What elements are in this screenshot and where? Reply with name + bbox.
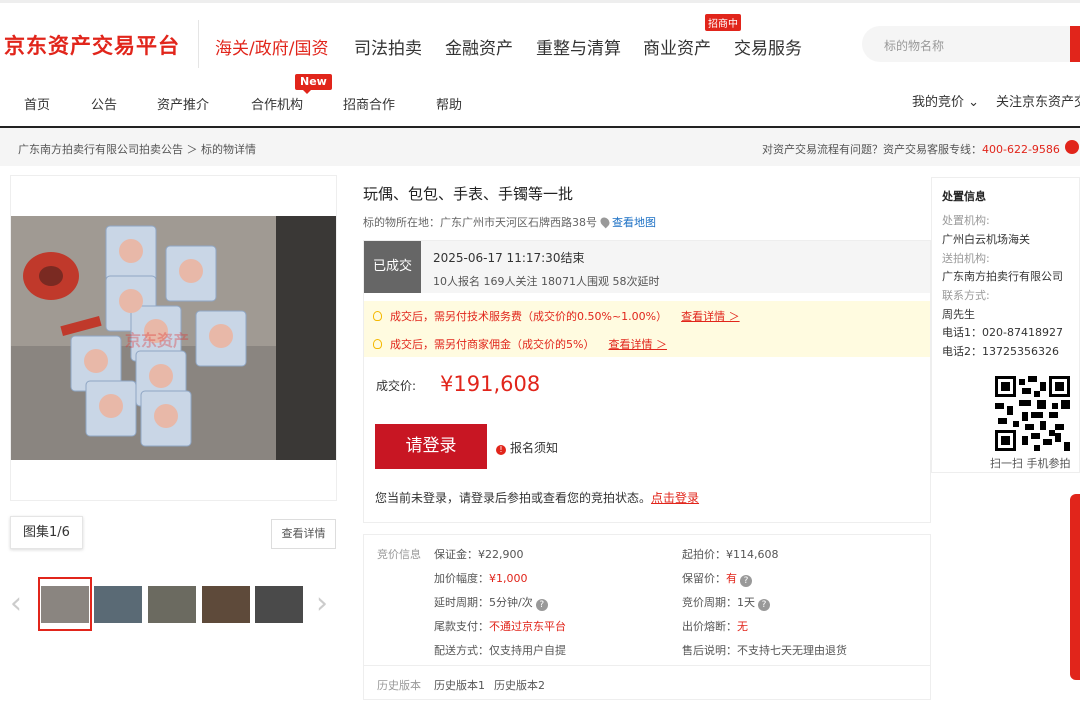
thumbnail-4[interactable] <box>202 586 250 623</box>
increment: 加价幅度：¥1,000 <box>434 572 528 585</box>
gallery-tab[interactable]: 图集1/6 <box>10 516 83 549</box>
click-login-link[interactable]: 点击登录 <box>651 491 699 505</box>
info-divider <box>364 665 930 666</box>
auction-stats: 10人报名 169人关注 18071人围观 58次延时 <box>433 275 660 288</box>
floating-sidebar-tab[interactable] <box>1070 494 1080 680</box>
thumbnail-2[interactable] <box>94 586 142 623</box>
nav-customs[interactable]: 海关/政府/国资 <box>215 34 328 59</box>
delay-period: 延时周期：5分钟/次? <box>434 594 548 611</box>
deposit: 保证金：¥22,900 <box>434 548 524 561</box>
reserve-price: 保留价：有? <box>682 570 752 587</box>
history-version-1[interactable]: 历史版本1 <box>434 677 485 693</box>
delivery: 配送方式：仅支持用户自提 <box>434 644 566 657</box>
subnav-announcements[interactable]: 公告 <box>91 94 117 113</box>
hotline[interactable]: 400-622-9586 <box>982 143 1060 156</box>
bid-info-label: 竞价信息 <box>377 548 421 561</box>
fee-notice-2: 成交后，需另付商家佣金（成交价的5%） 查看详情 ＞ <box>373 336 667 352</box>
subnav-help[interactable]: 帮助 <box>436 94 462 113</box>
disposal-org: 广州白云机场海关 <box>942 233 1030 246</box>
history-version-2[interactable]: 历史版本2 <box>494 677 545 693</box>
subnav-asset-promotion[interactable]: 资产推介 <box>157 94 209 113</box>
photo-watermark: 京东资产 <box>125 331 190 350</box>
registration-notice-label: 报名须知 <box>510 441 559 455</box>
thumbnail-3[interactable] <box>148 586 196 623</box>
location-pin-icon <box>598 215 611 229</box>
agent-label: 送拍机构: <box>942 252 990 265</box>
login-button[interactable]: 请登录 <box>375 424 487 469</box>
location-value: 广东广州市天河区石牌西路38号 <box>440 216 597 229</box>
follow-link[interactable]: 关注京东资产交 <box>996 91 1080 110</box>
end-time: 2025-06-17 11:17:30结束 <box>433 251 585 265</box>
gallery-next-icon[interactable]: › <box>316 586 328 621</box>
view-details-button[interactable]: 查看详情 <box>271 519 336 549</box>
qr-caption: 扫一扫 手机参拍 <box>990 457 1071 470</box>
alert-icon: ! <box>496 445 506 455</box>
bulb-icon <box>373 311 382 321</box>
subnav-investment[interactable]: 招商合作 <box>343 94 395 113</box>
help-icon[interactable]: ? <box>758 599 770 611</box>
disposal-title: 处置信息 <box>942 190 986 203</box>
history-label: 历史版本 <box>377 679 421 692</box>
nav-judicial[interactable]: 司法拍卖 <box>354 34 422 59</box>
phone-1: 电话1：020-87418927 <box>942 326 1063 339</box>
subnav-home[interactable]: 首页 <box>24 94 50 113</box>
recruiting-badge: 招商中 <box>705 14 741 31</box>
status-badge: 已成交 <box>364 241 421 293</box>
search-button[interactable] <box>1070 26 1080 62</box>
after-sale: 售后说明：不支持七天无理由退货 <box>682 644 847 657</box>
fee-notice-2-text: 成交后，需另付商家佣金（成交价的5%） <box>390 338 595 351</box>
agent-org: 广东南方拍卖行有限公司 <box>942 270 1063 283</box>
contact-name: 周先生 <box>942 308 975 321</box>
disposal-org-label: 处置机构: <box>942 214 990 227</box>
price-label: 成交价: <box>376 379 417 393</box>
final-price: ¥191,608 <box>440 372 541 396</box>
site-logo[interactable]: 京东资产交易平台 <box>4 30 180 60</box>
gallery-prev-icon[interactable]: ‹ <box>10 586 22 621</box>
qr-code-icon <box>995 376 1070 451</box>
my-bids-dropdown[interactable]: 我的竞价 ⌄ <box>912 91 979 110</box>
fee-notice-1: 成交后，需另付技术服务费（成交价的0.50%~1.00%） 查看详情 ＞ <box>373 308 740 324</box>
item-location: 标的物所在地：广东广州市天河区石牌西路38号 查看地图 <box>363 214 656 230</box>
nav-restructuring[interactable]: 重整与清算 <box>536 34 621 59</box>
start-price: 起拍价：¥114,608 <box>682 548 779 561</box>
nav-services[interactable]: 交易服务 <box>734 34 802 59</box>
bulb-icon <box>373 339 382 349</box>
help-line: 对资产交易流程有问题？资产交易客服专线：400-622-9586 <box>762 141 1060 157</box>
contact-label: 联系方式: <box>942 289 990 302</box>
item-title: 玩偶、包包、手表、手镯等一批 <box>363 185 574 203</box>
nav-financial[interactable]: 金融资产 <box>445 34 513 59</box>
bid-fuse: 出价熔断：无 <box>682 620 748 633</box>
fee-notice-2-link[interactable]: 查看详情 ＞ <box>608 338 667 351</box>
new-badge: New <box>295 74 332 94</box>
logo-divider <box>198 20 199 68</box>
thumbnail-selected-frame <box>38 577 92 631</box>
subnav-partners[interactable]: 合作机构 <box>251 94 303 113</box>
service-icon[interactable] <box>1065 140 1079 154</box>
location-label: 标的物所在地： <box>363 216 440 229</box>
final-payment: 尾款支付：不通过京东平台 <box>434 620 566 633</box>
thumbnail-5[interactable] <box>255 586 303 623</box>
top-strip <box>0 0 1080 3</box>
login-tip: 您当前未登录，请登录后参拍或查看您的竞拍状态。点击登录 <box>375 489 699 506</box>
nav-commercial[interactable]: 商业资产 <box>643 34 711 59</box>
fee-notice-1-link[interactable]: 查看详情 ＞ <box>681 310 740 323</box>
help-prefix: 对资产交易流程有问题？资产交易客服专线： <box>762 143 982 156</box>
help-icon[interactable]: ? <box>740 575 752 587</box>
bid-period: 竞价周期：1天? <box>682 594 770 611</box>
view-map-link[interactable]: 查看地图 <box>612 216 656 229</box>
login-tip-text: 您当前未登录，请登录后参拍或查看您的竞拍状态。 <box>375 491 652 505</box>
search-input[interactable]: 标的物名称 <box>884 37 944 54</box>
phone-2: 电话2：13725356326 <box>942 345 1059 358</box>
fee-notice-1-text: 成交后，需另付技术服务费（成交价的0.50%~1.00%） <box>390 310 668 323</box>
breadcrumb[interactable]: 广东南方拍卖行有限公司拍卖公告 ＞ 标的物详情 <box>18 141 256 157</box>
registration-notice[interactable]: ! 报名须知 <box>496 439 558 456</box>
help-icon[interactable]: ? <box>535 599 548 611</box>
